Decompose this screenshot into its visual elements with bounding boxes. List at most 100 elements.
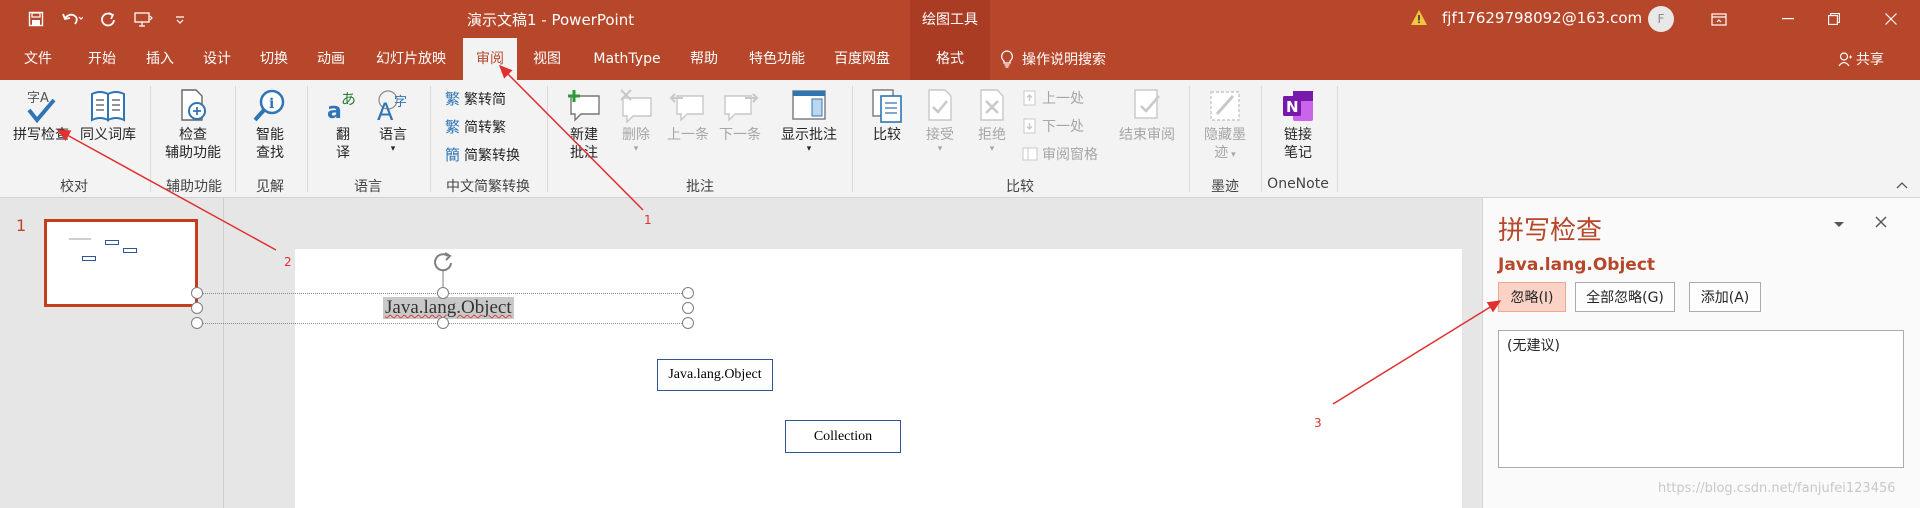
conversion-button[interactable]: 簡 简繁转换 (445, 144, 520, 165)
simp-char-icon: 繁 (445, 118, 461, 136)
tab-design[interactable]: 设计 (193, 38, 241, 80)
conversion-label: 简繁转换 (464, 147, 521, 164)
review-pane-button[interactable]: 审阅窗格 (1022, 144, 1098, 164)
new-comment-label-2: 批注 (570, 145, 598, 161)
ribbon: 字A 拼写检查 同义词库 校对 检查 辅助功能 辅助功能 i 智能 查找 见解 … (0, 80, 1920, 198)
new-comment-button[interactable]: 新建 批注 (556, 88, 612, 162)
translate-button[interactable]: aあ 翻 译 (318, 88, 368, 162)
customize-qat-icon[interactable] (164, 6, 196, 32)
compare-button[interactable]: 比较 (862, 88, 912, 144)
minimize-icon[interactable] (1765, 0, 1811, 38)
account-name[interactable]: fjf17629798092@163.com (1442, 9, 1642, 27)
tab-view[interactable]: 视图 (523, 38, 571, 80)
dropdown-caret-icon: ▾ (390, 144, 396, 154)
dropdown-caret-icon: ▾ (1228, 150, 1236, 160)
tab-features[interactable]: 特色功能 (740, 38, 814, 80)
resize-handle[interactable] (682, 317, 694, 329)
tab-transitions[interactable]: 切换 (250, 38, 298, 80)
language-button[interactable]: A字 语言 ▾ (368, 88, 418, 154)
tab-slideshow[interactable]: 幻灯片放映 (366, 38, 456, 80)
group-separator (852, 86, 853, 192)
hide-ink-label-1: 隐藏墨 (1204, 127, 1246, 143)
pane-options-icon[interactable] (1833, 218, 1845, 233)
tab-mathtype[interactable]: MathType (582, 38, 672, 80)
reject-button[interactable]: 拒绝 ▾ (968, 88, 1016, 154)
tab-home[interactable]: 开始 (78, 38, 126, 80)
ignore-button[interactable]: 忽略(I) (1498, 282, 1566, 312)
lightbulb-icon (1001, 50, 1013, 68)
share-button[interactable]: 共享 (1838, 49, 1884, 69)
tab-format[interactable]: 格式 (910, 38, 990, 80)
redo-icon[interactable] (92, 6, 124, 32)
next-comment-button[interactable]: 下一条 (714, 88, 766, 144)
restore-icon[interactable] (1811, 0, 1857, 38)
compare-icon (872, 89, 902, 123)
ribbon-display-options-icon[interactable] (1696, 0, 1742, 38)
tab-baidu-netdisk[interactable]: 百度网盘 (824, 38, 900, 80)
warning-icon[interactable] (1410, 9, 1428, 30)
selected-text[interactable]: Java.lang.Object (383, 297, 514, 319)
check-accessibility-label-2: 辅助功能 (165, 145, 221, 161)
trad-to-simp-button[interactable]: 繁 繁转简 (445, 88, 506, 109)
tab-insert[interactable]: 插入 (136, 38, 184, 80)
resize-handle[interactable] (437, 317, 449, 329)
resize-handle[interactable] (191, 302, 203, 314)
spelling-button[interactable]: 字A 拼写检查 (10, 88, 72, 144)
window-title: 演示文稿1 - PowerPoint (467, 11, 635, 29)
add-button[interactable]: 添加(A) (1689, 282, 1761, 312)
check-accessibility-button[interactable]: 检查 辅助功能 (158, 88, 228, 162)
present-icon[interactable] (128, 6, 160, 32)
tab-file[interactable]: 文件 (12, 38, 64, 80)
slide-canvas[interactable]: Java.lang.Object Collection (295, 249, 1462, 508)
smart-lookup-label-2: 查找 (256, 145, 284, 161)
svg-text:字A: 字A (27, 91, 49, 106)
end-review-button[interactable]: 结束审阅 (1114, 88, 1180, 144)
new-comment-label-1: 新建 (570, 127, 598, 143)
rotate-handle-icon[interactable] (428, 248, 458, 292)
textbox-java-object[interactable]: Java.lang.Object (657, 359, 773, 391)
ignore-all-button[interactable]: 全部忽略(G) (1575, 282, 1675, 312)
slide-thumbnail[interactable] (44, 219, 198, 307)
resize-handle[interactable] (682, 302, 694, 314)
tab-review[interactable]: 审阅 (463, 38, 517, 80)
previous-change-label: 上一处 (1042, 91, 1084, 107)
group-separator (1337, 86, 1338, 192)
accept-icon (928, 89, 952, 121)
linked-notes-button[interactable]: N 链接 笔记 (1270, 88, 1326, 162)
hide-ink-button[interactable]: 隐藏墨 迹 ▾ (1196, 88, 1254, 162)
thesaurus-button[interactable]: 同义词库 (76, 88, 140, 144)
smart-lookup-button[interactable]: i 智能 查找 (245, 88, 295, 162)
linked-notes-label-1: 链接 (1284, 127, 1312, 143)
resize-handle[interactable] (191, 317, 203, 329)
resize-handle[interactable] (437, 287, 449, 299)
accept-label: 接受 (926, 127, 954, 143)
textbox-collection[interactable]: Collection (785, 420, 901, 453)
end-review-icon (1134, 89, 1160, 119)
undo-icon[interactable] (56, 6, 88, 32)
collapse-ribbon-icon[interactable] (1896, 178, 1908, 193)
resize-handle[interactable] (682, 287, 694, 299)
close-window-icon[interactable] (1868, 0, 1914, 38)
watermark: https://blog.csdn.net/fanjufei123456 (1658, 481, 1896, 496)
delete-comment-button[interactable]: 删除 ▾ (612, 88, 660, 154)
language-icon: A字 (377, 90, 407, 124)
tab-animations[interactable]: 动画 (307, 38, 355, 80)
show-comments-button[interactable]: 显示批注 ▾ (774, 88, 844, 154)
suggestions-list[interactable]: (无建议) (1498, 330, 1904, 468)
group-label-chinese-conversion: 中文简繁转换 (446, 179, 530, 195)
dropdown-caret-icon: ▾ (633, 144, 639, 154)
next-change-button[interactable]: 下一处 (1022, 116, 1084, 136)
save-icon[interactable] (20, 6, 52, 32)
resize-handle[interactable] (191, 287, 203, 299)
accept-button[interactable]: 接受 ▾ (916, 88, 964, 154)
simp-to-trad-button[interactable]: 繁 简转繁 (445, 116, 506, 137)
previous-comment-button[interactable]: 上一条 (662, 88, 714, 144)
previous-change-button[interactable]: 上一处 (1022, 88, 1084, 108)
pane-close-icon[interactable] (1875, 216, 1887, 232)
group-separator (150, 86, 151, 192)
tell-me-search[interactable]: 操作说明搜索 (1000, 49, 1106, 69)
group-label-ink: 墨迹 (1211, 179, 1239, 195)
new-comment-icon (568, 90, 600, 122)
tab-help[interactable]: 帮助 (680, 38, 728, 80)
avatar[interactable]: F (1648, 6, 1674, 32)
